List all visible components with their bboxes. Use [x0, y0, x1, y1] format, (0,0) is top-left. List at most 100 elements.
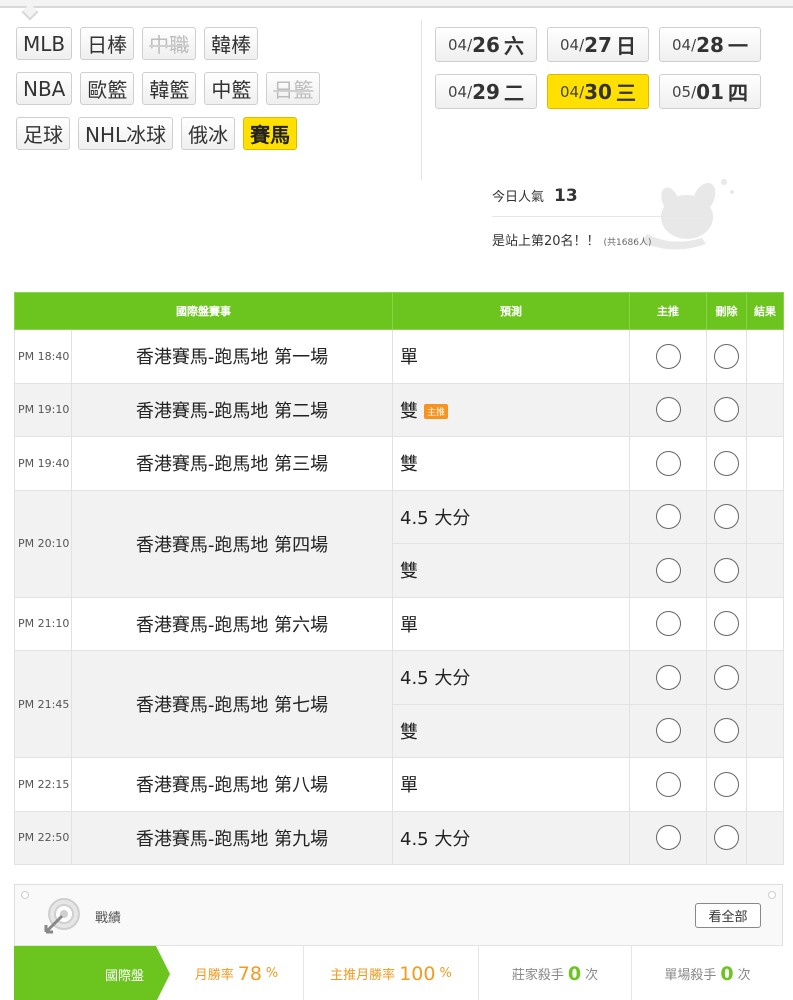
sport-button[interactable]: 韓籃: [142, 72, 197, 105]
main-pick-cell: [629, 596, 707, 651]
main-pick-badge: 主推: [424, 404, 449, 420]
prediction-text: 單: [400, 347, 418, 369]
delete-radio[interactable]: [714, 343, 739, 369]
main-pick-radio[interactable]: [655, 343, 681, 369]
delete-radio[interactable]: [714, 397, 739, 423]
date-weekday: 四: [727, 81, 748, 105]
delete-radio[interactable]: [714, 450, 739, 476]
delete-cell: [706, 703, 747, 758]
stat-value: 78: [237, 962, 262, 985]
date-row: 04/26 六 04/27 日 04/28 一: [435, 27, 765, 62]
result-cell: [746, 489, 784, 544]
main-pick-radio[interactable]: [655, 825, 681, 851]
delete-radio[interactable]: [714, 771, 739, 797]
delete-radio[interactable]: [714, 718, 739, 744]
table-row: PM 18:40 香港賽馬-跑馬地 第一場單: [14, 329, 784, 384]
main-pick-radio[interactable]: [655, 664, 681, 690]
result-cell: [746, 650, 784, 705]
date-button[interactable]: 04/26 六: [435, 27, 537, 62]
prediction-cell: 4.5 大分: [392, 810, 630, 865]
date-day: 27: [584, 32, 612, 57]
result-cell: [746, 596, 784, 651]
sport-button[interactable]: 日棒: [80, 27, 135, 60]
date-button[interactable]: 04/28 一: [659, 27, 761, 62]
stat-value: 100: [399, 962, 436, 985]
main-pick-cell: [629, 543, 707, 598]
date-button[interactable]: 05/01 四: [659, 74, 761, 109]
delete-cell: [706, 810, 747, 865]
table-row: PM 22:50 香港賽馬-跑馬地 第九場 4.5 大分: [14, 810, 784, 865]
prediction-cell: 4.5 大分: [392, 489, 630, 544]
date-row: 04/29 二 04/30 三 05/01 四: [435, 74, 765, 109]
date-month: 04/: [448, 82, 473, 101]
stat-label: 月勝率: [194, 968, 234, 983]
sport-button[interactable]: 歐籃: [80, 72, 135, 105]
table-row: PM 21:10 香港賽馬-跑馬地 第六場單: [14, 596, 784, 651]
header-event: 國際盤賽事: [14, 292, 393, 330]
delete-radio[interactable]: [714, 825, 739, 851]
games-body: PM 18:40 香港賽馬-跑馬地 第一場單 PM 19:10 香港賽馬-跑馬地 第二…: [14, 329, 784, 865]
sport-button[interactable]: MLB: [16, 27, 73, 60]
sport-button[interactable]: 中籃: [204, 72, 259, 105]
main-pick-radio[interactable]: [655, 397, 681, 423]
prediction-text: 單: [400, 614, 418, 636]
prediction-text: 雙: [400, 400, 418, 422]
date-month: 04/: [560, 82, 585, 101]
header-result: 結果: [746, 292, 784, 330]
main-pick-cell: [629, 703, 707, 758]
header-prediction: 預測: [392, 292, 630, 330]
main-pick-radio[interactable]: [655, 771, 681, 797]
main-pick-radio[interactable]: [655, 504, 681, 530]
delete-radio[interactable]: [714, 664, 739, 690]
sport-button[interactable]: 賽馬: [243, 117, 298, 150]
game-time: PM 18:40: [14, 329, 72, 384]
table-row: PM 22:15 香港賽馬-跑馬地 第八場單: [14, 757, 784, 812]
see-all-button[interactable]: 看全部: [695, 903, 761, 928]
prediction-cell: 單: [392, 596, 630, 651]
rank-text: 是站上第20名！！: [492, 234, 600, 249]
delete-radio[interactable]: [714, 504, 739, 530]
popularity-panel: 今日人氣 13 是站上第20名！！ (共1686人): [492, 179, 742, 256]
top-notch: [21, 3, 39, 21]
main-pick-cell: [629, 489, 707, 544]
date-weekday: 六: [503, 34, 524, 58]
delete-radio[interactable]: [714, 611, 739, 637]
main-pick-radio[interactable]: [655, 450, 681, 476]
delete-cell: [706, 543, 747, 598]
sport-button[interactable]: NBA: [16, 72, 73, 105]
prediction-text: 雙: [400, 454, 418, 476]
stat-label: 主推月勝率: [330, 968, 396, 983]
result-cell: [746, 810, 784, 865]
main-pick-cell: [629, 382, 707, 437]
date-day: 29: [472, 79, 500, 104]
stat-unit: %: [265, 966, 279, 981]
date-picker: 04/26 六 04/27 日 04/28 一 04/29 二 04/30 三 05/01 四: [435, 27, 765, 121]
delete-cell: [706, 596, 747, 651]
result-cell: [746, 382, 784, 437]
game-time: PM 21:10: [14, 596, 72, 651]
date-button[interactable]: 04/30 三: [547, 74, 649, 109]
sport-button[interactable]: NHL冰球: [78, 117, 174, 150]
sport-button[interactable]: 足球: [16, 117, 70, 150]
game-time: PM 22:15: [14, 757, 72, 812]
popularity-divider: [492, 216, 702, 217]
date-button[interactable]: 04/27 日: [547, 27, 649, 62]
sport-button[interactable]: 韓棒: [204, 27, 259, 60]
prediction-cell: 雙: [392, 703, 630, 758]
total-text: (共1686人): [603, 238, 652, 248]
prediction-cell: 4.5 大分: [392, 650, 630, 705]
delete-cell: [706, 757, 747, 812]
main-pick-radio[interactable]: [655, 718, 681, 744]
sport-button[interactable]: 俄冰: [181, 117, 236, 150]
table-row: PM 19:40 香港賽馬-跑馬地 第三場雙: [14, 436, 784, 491]
date-weekday: 三: [615, 81, 636, 105]
stat-single-killer: 單場殺手 0 次: [632, 946, 783, 1000]
main-pick-cell: [629, 436, 707, 491]
top-divider: [0, 0, 793, 21]
main-pick-radio[interactable]: [655, 611, 681, 637]
main-pick-cell: [629, 650, 707, 705]
date-button[interactable]: 04/29 二: [435, 74, 537, 109]
main-pick-radio[interactable]: [655, 557, 681, 583]
delete-radio[interactable]: [714, 557, 739, 583]
header-delete: 刪除: [706, 292, 747, 330]
